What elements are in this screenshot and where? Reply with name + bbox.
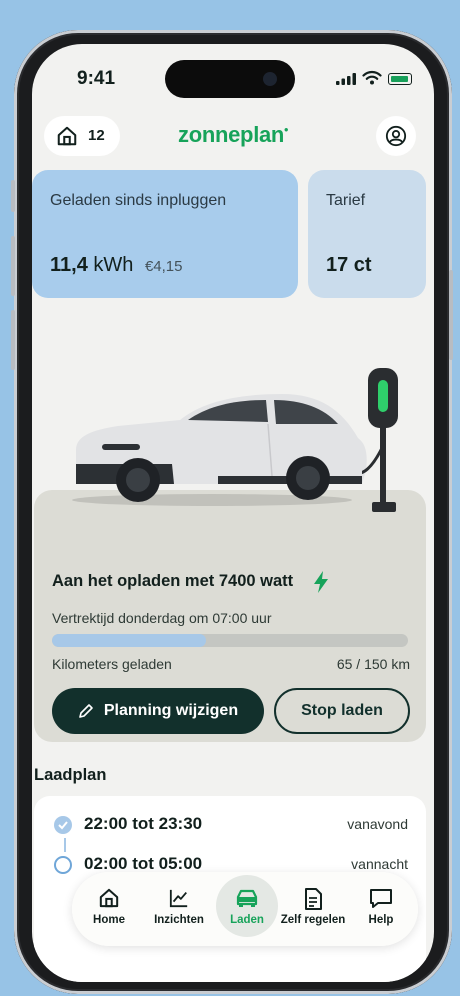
edit-planning-button[interactable]: Planning wijzigen	[52, 688, 264, 734]
nav-home-label: Home	[93, 914, 125, 926]
nav-help-label: Help	[368, 914, 394, 926]
check-icon	[58, 821, 68, 830]
status-bar: 9:41	[32, 44, 434, 104]
nav-insights[interactable]: Inzichten	[144, 872, 214, 946]
nav-home[interactable]: Home	[74, 872, 144, 946]
tariff-value: 17 ct	[326, 254, 372, 276]
phone-frame: 9:41 12 zonneplan• Geladen sinds inplugg…	[11, 30, 453, 994]
charged-energy-unit: kWh	[93, 254, 134, 276]
charge-plan-title: Laadplan	[34, 766, 107, 784]
charged-energy-value: 11,4	[50, 254, 88, 276]
chart-icon	[169, 889, 188, 908]
nav-self-control[interactable]: Zelf regelen	[278, 872, 348, 946]
status-time: 9:41	[77, 68, 116, 89]
charger-illustration	[362, 368, 398, 512]
chat-icon	[370, 889, 392, 908]
slot-pending-icon	[54, 856, 72, 874]
charging-status-panel: Aan het opladen met 7400 watt Vertrektij…	[34, 490, 426, 742]
profile-button[interactable]	[376, 116, 416, 156]
stop-charging-button[interactable]: Stop laden	[274, 688, 410, 734]
slot-label: vanavond	[347, 816, 408, 832]
slot-time: 22:00 tot 23:30	[84, 814, 203, 833]
km-progress-bar	[52, 634, 408, 647]
camera-icon	[263, 72, 277, 86]
home-icon	[99, 888, 119, 908]
logo-mark: •	[284, 122, 288, 137]
user-icon	[385, 125, 407, 147]
tariff-card-title: Tarief	[326, 192, 366, 209]
battery-icon	[388, 73, 412, 85]
bottom-navigation: Home Inzichten Laden Zelf regelen Help	[72, 872, 418, 946]
nav-help[interactable]: Help	[346, 872, 416, 946]
volume-down-button	[11, 310, 15, 370]
mute-switch	[11, 180, 15, 212]
power-button	[449, 270, 453, 360]
logo-text: zonneplan	[178, 122, 285, 147]
charge-slot[interactable]: 22:00 tot 23:30 vanavond	[34, 810, 426, 840]
stop-charging-label: Stop laden	[301, 702, 383, 719]
slot-label: vannacht	[351, 856, 408, 872]
tariff-card[interactable]: Tarief 17 ct	[308, 170, 426, 298]
nav-charging-label: Laden	[230, 914, 264, 926]
dynamic-island	[165, 60, 295, 98]
nav-charging[interactable]: Laden	[212, 872, 282, 946]
car-illustration	[72, 394, 367, 506]
charged-card-value-row: 11,4 kWh €4,15	[50, 254, 183, 277]
signal-icon	[336, 73, 356, 85]
km-charged-label: Kilometers geladen	[52, 656, 172, 672]
charging-heading: Aan het opladen met 7400 watt	[52, 572, 294, 590]
slot-checked-icon	[54, 816, 72, 834]
volume-up-button	[11, 236, 15, 296]
slot-time: 02:00 tot 05:00	[84, 854, 203, 873]
edit-planning-label: Planning wijzigen	[103, 702, 239, 719]
charged-since-plugin-card[interactable]: Geladen sinds inpluggen 11,4 kWh €4,15	[32, 170, 298, 298]
app-logo: zonneplan•	[32, 122, 434, 148]
km-progress-fill	[52, 634, 207, 647]
wifi-icon	[362, 70, 382, 85]
nav-insights-label: Inzichten	[154, 914, 204, 926]
nav-self-control-label: Zelf regelen	[280, 914, 346, 926]
pencil-icon	[79, 704, 93, 718]
departure-time: Vertrektijd donderdag om 07:00 uur	[52, 610, 272, 626]
charged-card-title: Geladen sinds inpluggen	[50, 192, 227, 209]
km-charged-value: 65 / 150 km	[336, 656, 410, 672]
app-screen: 9:41 12 zonneplan• Geladen sinds inplugg…	[32, 44, 434, 982]
document-icon	[305, 888, 322, 910]
car-icon	[236, 889, 258, 907]
charged-cost: €4,15	[144, 258, 183, 275]
lightning-bolt-icon	[314, 571, 328, 593]
